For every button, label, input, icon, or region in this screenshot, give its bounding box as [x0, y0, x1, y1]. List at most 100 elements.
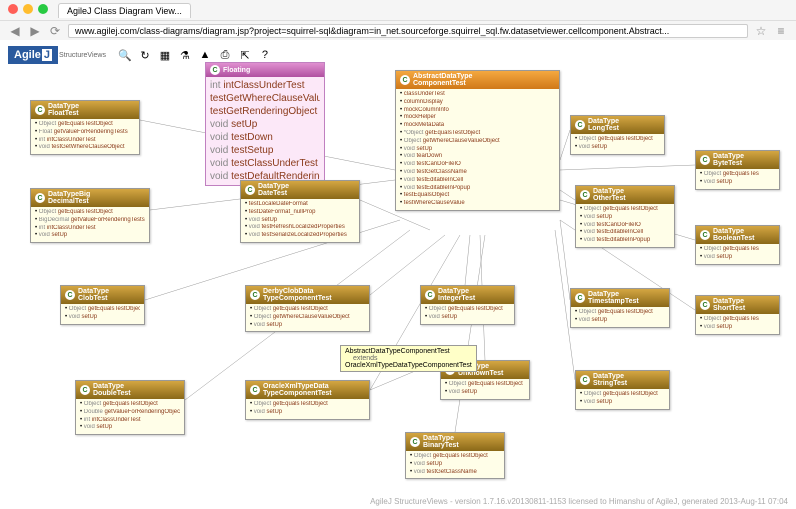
method-row: • mockMetaData	[400, 122, 555, 130]
method-row: • columnDisplay	[400, 99, 555, 107]
class-float[interactable]: CDataTypeFloatTest• Object getEqualsTest…	[30, 100, 140, 155]
filter-icon[interactable]: ⚗	[177, 47, 193, 63]
browser-tab[interactable]: AgileJ Class Diagram View...	[58, 3, 191, 18]
url-input[interactable]: www.agilej.com/class-diagrams/diagram.js…	[68, 24, 748, 38]
class-header[interactable]: CDerbyClobDataTypeComponentTest	[246, 286, 369, 304]
method-row: • Object getEqualsTestObject	[80, 401, 180, 409]
method-row: • int intClassUnderTest	[35, 225, 145, 233]
method-row: • void setUp	[700, 324, 775, 332]
class-icon: C	[250, 290, 260, 300]
method-row: • void setUp	[250, 409, 365, 417]
close-icon[interactable]	[8, 4, 18, 14]
up-icon[interactable]: ▲	[197, 47, 213, 63]
print-icon[interactable]: ⎙	[217, 47, 233, 63]
method-row: • Object getEqualsTes	[700, 316, 775, 324]
method-row: • Object getWhereClauseValueObject	[400, 138, 555, 146]
class-header[interactable]: CDataTypeBooleanTest	[696, 226, 779, 244]
zoom-icon[interactable]: 🔍	[117, 47, 133, 63]
bookmark-icon[interactable]: ☆	[754, 24, 768, 38]
class-header[interactable]: CDataTypeDateTest	[241, 181, 359, 199]
class-header[interactable]: CDataTypeIntegerTest	[421, 286, 514, 304]
method-row: • Double getValueForRenderingObject	[80, 409, 180, 417]
class-header[interactable]: CDataTypeStringTest	[576, 371, 669, 389]
class-body: • Object getEqualsTestObject• Double get…	[76, 399, 184, 434]
class-bigdec[interactable]: CDataTypeBigDecimalTest• Object getEqual…	[30, 188, 150, 243]
class-clob[interactable]: CDataTypeClobTest• Object getEqualsTestO…	[60, 285, 145, 325]
class-integer[interactable]: CDataTypeIntegerTest• Object getEqualsTe…	[420, 285, 515, 325]
method-row: • void setUp	[580, 399, 665, 407]
class-icon: C	[700, 155, 710, 165]
diagram-canvas[interactable]: CFloating int intClassUnderTest testGetW…	[0, 70, 796, 509]
class-body: • Object getEqualsTestObject• void setUp	[571, 134, 664, 154]
class-icon: C	[700, 300, 710, 310]
class-other[interactable]: CDataTypeOtherTest• Object getEqualsTest…	[575, 185, 675, 248]
class-body: • Object getEqualsTestObject• void setUp	[441, 379, 529, 399]
class-header[interactable]: CDataTypeByteTest	[696, 151, 779, 169]
method-row: void testDown	[210, 131, 320, 144]
method-row: • void setUp	[410, 461, 500, 469]
method-row: void setUp	[210, 118, 320, 131]
refresh-icon[interactable]: ↻	[137, 47, 153, 63]
class-body: • Object getEqualsTestObject• BigDecimal…	[31, 207, 149, 242]
method-row: • classUnderTest	[400, 91, 555, 99]
method-row: • Object getEqualsTestObject	[580, 391, 665, 399]
class-header[interactable]: CDataTypeBigDecimalTest	[31, 189, 149, 207]
class-long[interactable]: CDataTypeLongTest• Object getEqualsTestO…	[570, 115, 665, 155]
reload-icon[interactable]: ⟳	[48, 24, 62, 38]
back-icon[interactable]: ◀	[8, 24, 22, 38]
magnified-class[interactable]: CFloating int intClassUnderTest testGetW…	[205, 62, 325, 186]
class-string[interactable]: CDataTypeStringTest • Object getEqualsTes…	[575, 370, 670, 410]
class-derby[interactable]: CDerbyClobDataTypeComponentTest • Object …	[245, 285, 370, 332]
method-row: • void setUp	[575, 317, 665, 325]
method-row: • void testEditableInPopup	[400, 185, 555, 193]
class-timestamp[interactable]: CDataTypeTimestampTest• Object getEquals…	[570, 288, 670, 328]
class-date[interactable]: CDataTypeDateTest• testLocaleDateFormat•…	[240, 180, 360, 243]
class-header[interactable]: CDataTypeLongTest	[571, 116, 664, 134]
forward-icon[interactable]: ▶	[28, 24, 42, 38]
class-icon: C	[210, 65, 220, 75]
method-row: • void setUp	[80, 424, 180, 432]
class-header[interactable]: COracleXmlTypeDataTypeComponentTest	[246, 381, 369, 399]
method-row: testGetWhereClauseValueObject	[210, 92, 320, 105]
method-row: • testDateFormat_nullProp	[245, 209, 355, 217]
class-abstract[interactable]: CAbstractDataTypeComponentTest • classUnd…	[395, 70, 560, 211]
class-header[interactable]: CDataTypeBinaryTest	[406, 433, 504, 451]
class-icon: C	[35, 105, 45, 115]
method-row: • void setUp	[35, 232, 145, 240]
method-row: • Object getWhereClauseValueObject	[250, 314, 365, 322]
menu-icon[interactable]: ≡	[774, 24, 788, 38]
method-row: • void tearDown	[400, 153, 555, 161]
layout-icon[interactable]: ▦	[157, 47, 173, 63]
class-header[interactable]: CDataTypeOtherTest	[576, 186, 674, 204]
class-header[interactable]: CDataTypeDoubleTest	[76, 381, 184, 399]
method-row: • mockHelper	[400, 114, 555, 122]
class-body: • Object getEqualsTestObject• void setUp	[571, 307, 669, 327]
class-header[interactable]: CDataTypeFloatTest	[31, 101, 139, 119]
minimize-icon[interactable]	[23, 4, 33, 14]
class-header[interactable]: CAbstractDataTypeComponentTest	[396, 71, 559, 89]
method-row: void testSetup	[210, 144, 320, 157]
class-header[interactable]: CDataTypeShortTest	[696, 296, 779, 314]
method-row: • Object getEqualsTestObject	[250, 401, 365, 409]
method-row: testGetRenderingObject	[210, 105, 320, 118]
method-row: • Object getEqualsTes	[700, 171, 775, 179]
class-short[interactable]: CDataTypeShortTest • Object getEqualsTes•…	[695, 295, 780, 335]
class-boolean[interactable]: CDataTypeBooleanTest • Object getEqualsTe…	[695, 225, 780, 265]
class-body: • testLocaleDateFormat• testDateFormat_n…	[241, 199, 359, 242]
method-row: • Object getEqualsTestObject	[35, 209, 145, 217]
maximize-icon[interactable]	[38, 4, 48, 14]
help-icon[interactable]: ?	[257, 47, 273, 63]
class-header[interactable]: CDataTypeTimestampTest	[571, 289, 669, 307]
class-double[interactable]: CDataTypeDoubleTest• Object getEqualsTes…	[75, 380, 185, 435]
export-icon[interactable]: ⇱	[237, 47, 253, 63]
method-row: • Object getEqualsTes	[700, 246, 775, 254]
method-row: • Object getEqualsTestObject	[575, 136, 660, 144]
class-icon: C	[35, 193, 45, 203]
method-row: • testWhereClauseValue	[400, 200, 555, 208]
class-byte[interactable]: CDataTypeByteTest• Object getEqualsTes• …	[695, 150, 780, 190]
class-oracle[interactable]: COracleXmlTypeDataTypeComponentTest • Obj…	[245, 380, 370, 420]
method-row: • void testCanDoFileIO	[400, 161, 555, 169]
class-icon: C	[425, 290, 435, 300]
class-binary[interactable]: CDataTypeBinaryTest• Object getEqualsTes…	[405, 432, 505, 479]
class-header[interactable]: CDataTypeClobTest	[61, 286, 144, 304]
